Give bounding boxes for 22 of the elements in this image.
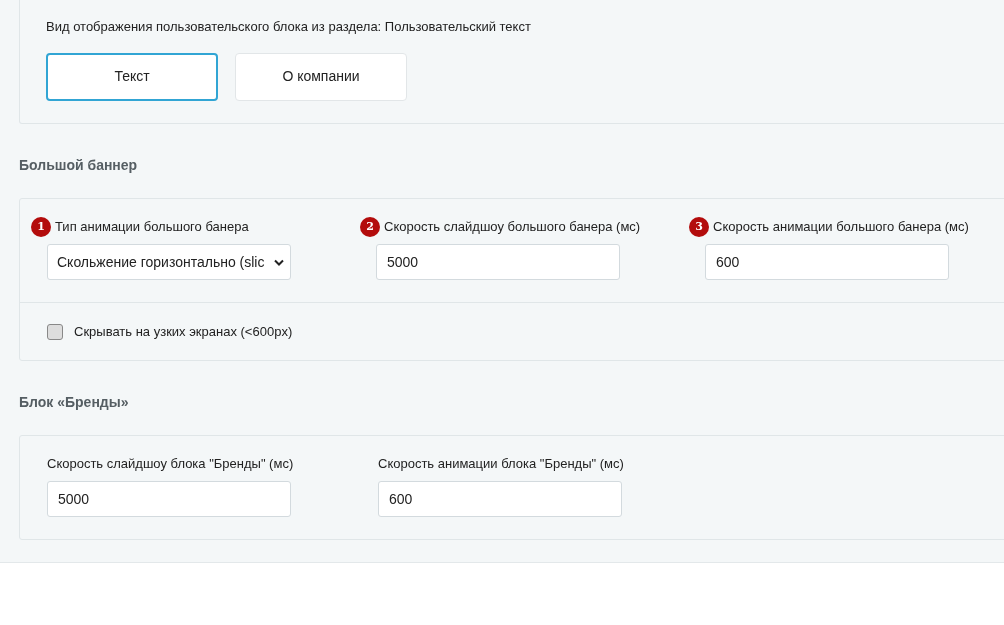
field-label: Тип анимации большого банера	[55, 218, 249, 237]
input-field[interactable]: 5000	[47, 480, 291, 517]
field-label: Скорость анимации большого банера (мс)	[713, 218, 969, 237]
checkbox[interactable]	[47, 323, 63, 340]
section-heading: Блок «Бренды»	[19, 393, 130, 412]
field-label: Скорость анимации блока "Бренды" (мс)	[378, 455, 624, 473]
number-badge: 3	[689, 217, 709, 237]
chevron-down-icon	[274, 258, 284, 266]
select-field[interactable]: Скольжение горизонтально (slic	[47, 244, 291, 280]
select-value: Скольжение горизонтально (slic	[57, 252, 265, 272]
option-button[interactable]: О компании	[235, 52, 407, 101]
field-label: Вид отображения пользовательского блока из раздела: Пользовательский текст	[46, 18, 532, 36]
input-field[interactable]: 5000	[376, 244, 620, 280]
field-label: Скорость слайдшоу блока "Бренды" (мс)	[47, 455, 294, 473]
option-button[interactable]: Текст	[46, 52, 218, 101]
checkbox-label: Скрывать на узких экранах (<600px)	[74, 322, 293, 341]
input-field[interactable]: 600	[378, 480, 622, 517]
input-field[interactable]: 600	[705, 244, 949, 280]
field-label: Скорость слайдшоу большого банера (мс)	[384, 218, 641, 237]
section-heading: Большой баннер	[19, 156, 139, 175]
number-badge: 2	[360, 217, 380, 237]
number-badge: 1	[31, 217, 51, 237]
